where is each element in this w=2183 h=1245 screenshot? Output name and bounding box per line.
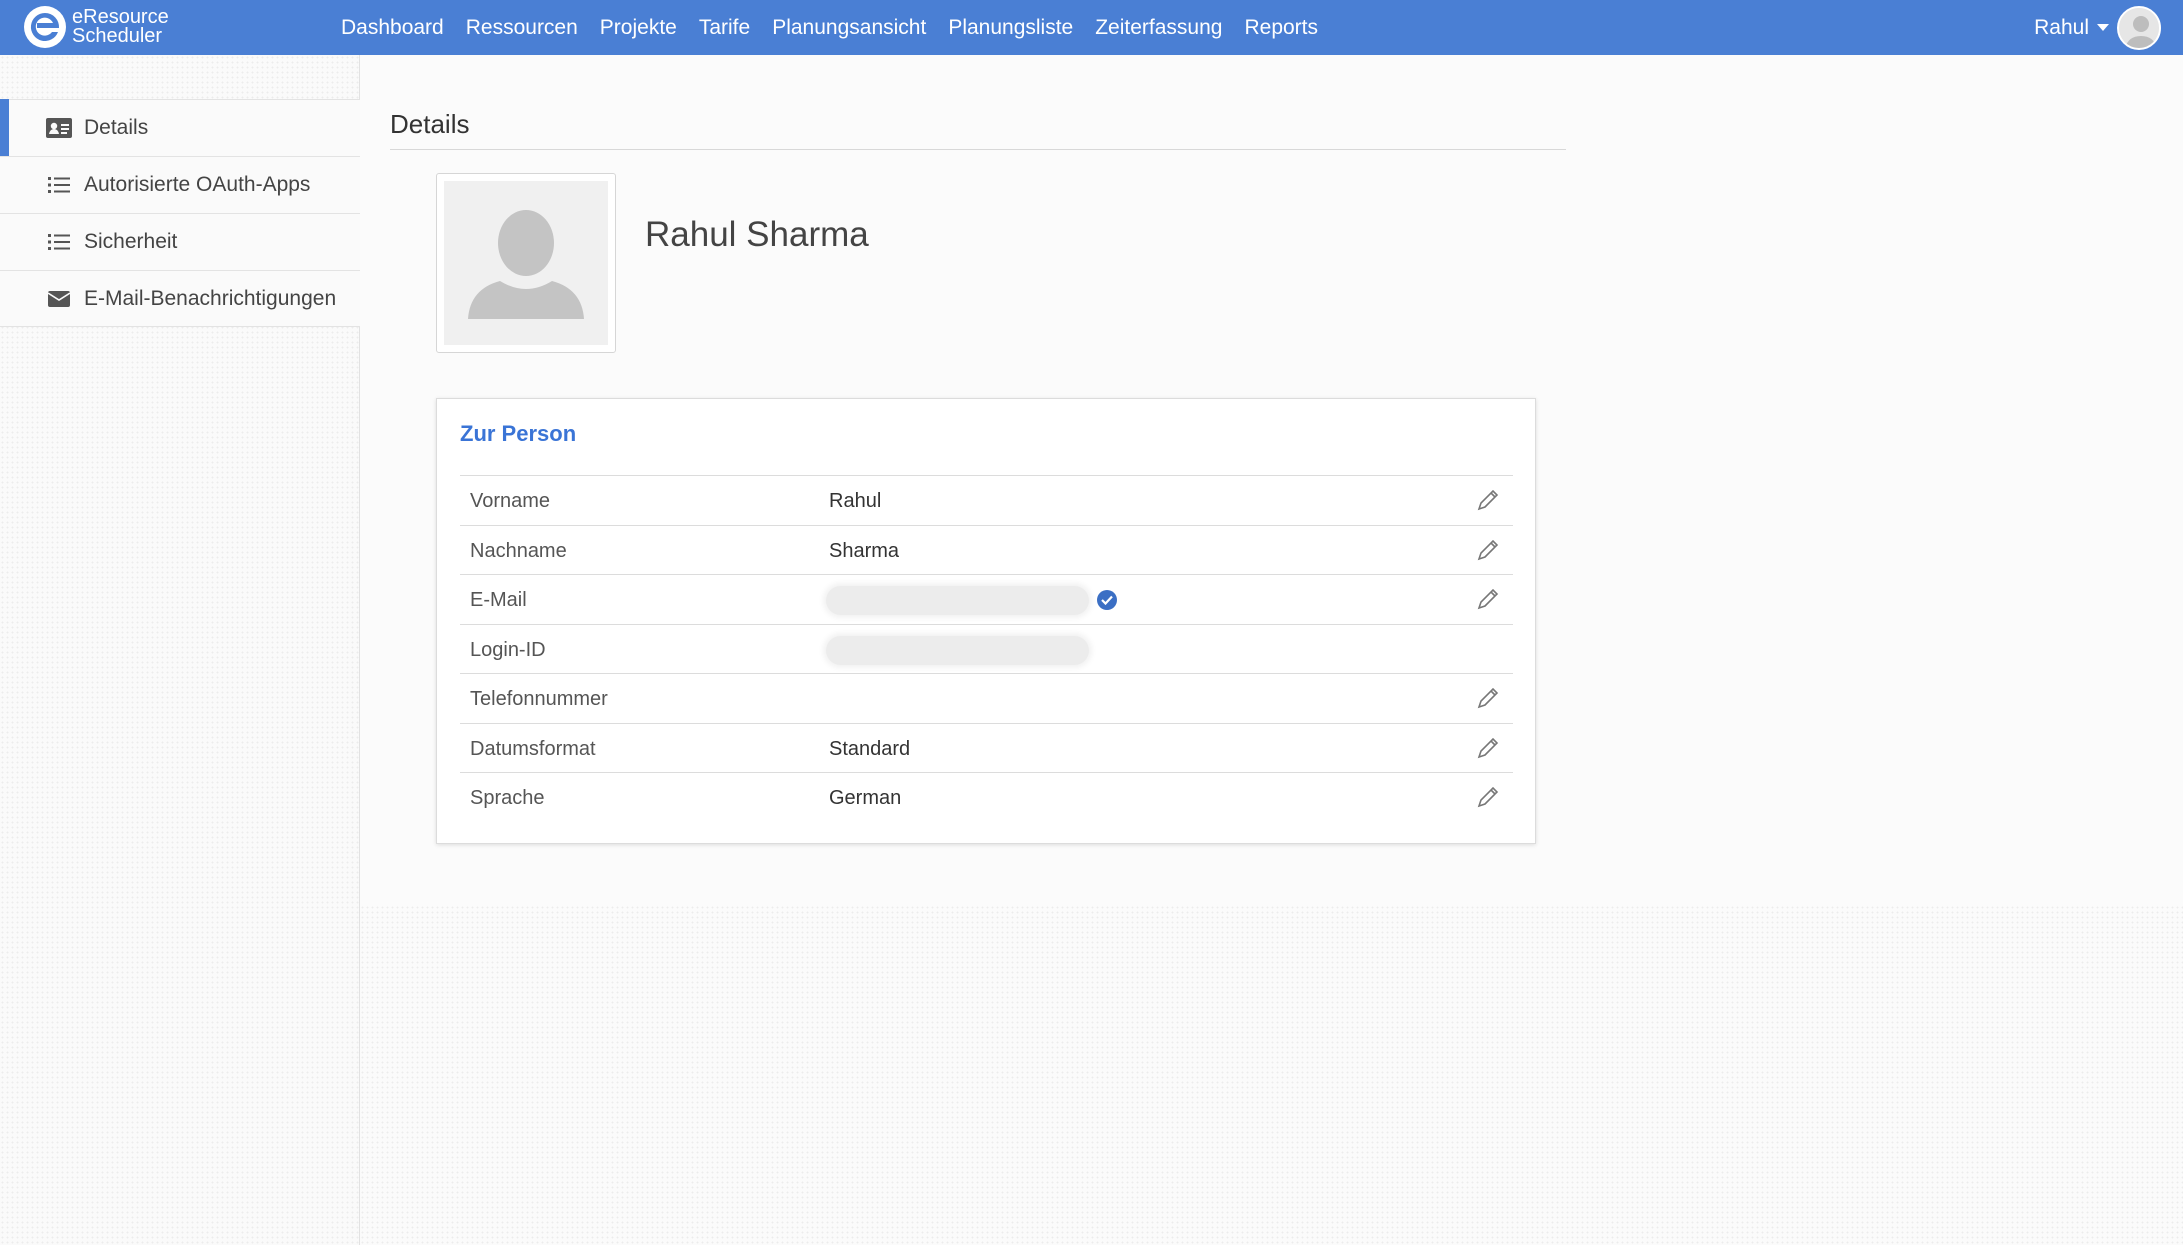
chevron-down-icon bbox=[2097, 24, 2109, 31]
personal-info-card: Zur Person Vorname Rahul Nachname Sharma… bbox=[436, 398, 1536, 844]
field-value: Sharma bbox=[829, 539, 900, 562]
field-value: Standard bbox=[829, 737, 911, 760]
avatar bbox=[2117, 5, 2161, 50]
masked-login-id-value bbox=[826, 635, 1089, 665]
brand-name: eResource Scheduler bbox=[72, 7, 169, 47]
envelope-icon bbox=[46, 288, 72, 310]
field-label: E-Mail bbox=[470, 589, 527, 611]
profile-picture[interactable] bbox=[436, 173, 616, 353]
pencil-icon[interactable] bbox=[1475, 784, 1501, 810]
sidebar: Details Autorisierte OAuth-Apps Sicherhe… bbox=[0, 55, 360, 1245]
pencil-icon[interactable] bbox=[1475, 685, 1501, 711]
list-icon bbox=[46, 174, 72, 196]
nav-zeiterfassung[interactable]: Zeiterfassung bbox=[1084, 0, 1233, 55]
sidebar-item-label: E-Mail-Benachrichtigungen bbox=[84, 286, 337, 310]
card-title: Zur Person bbox=[460, 421, 577, 446]
masked-email-value bbox=[826, 586, 1089, 615]
row-sprache: Sprache German bbox=[460, 772, 1513, 822]
field-label: Sprache bbox=[470, 787, 545, 809]
sidebar-menu: Details Autorisierte OAuth-Apps Sicherhe… bbox=[0, 99, 360, 327]
list-icon bbox=[46, 231, 72, 253]
personal-info-table: Vorname Rahul Nachname Sharma E-Mail Log… bbox=[460, 475, 1513, 822]
field-label: Login-ID bbox=[470, 638, 546, 661]
user-name: Rahul bbox=[2034, 15, 2089, 39]
nav-planungsliste[interactable]: Planungsliste bbox=[937, 0, 1084, 55]
field-label: Vorname bbox=[470, 490, 551, 512]
brand-logo-icon bbox=[24, 6, 66, 48]
sidebar-item-oauth-apps[interactable]: Autorisierte OAuth-Apps bbox=[0, 156, 360, 213]
pencil-icon[interactable] bbox=[1475, 586, 1501, 612]
nav-planungsansicht[interactable]: Planungsansicht bbox=[761, 0, 937, 55]
verified-badge-icon bbox=[1097, 590, 1117, 610]
sidebar-item-label: Autorisierte OAuth-Apps bbox=[84, 173, 311, 196]
sidebar-item-email-notifications[interactable]: E-Mail-Benachrichtigungen bbox=[0, 270, 360, 327]
brand-logo-link[interactable]: eResource Scheduler bbox=[22, 4, 169, 50]
pencil-icon[interactable] bbox=[1475, 537, 1501, 563]
user-silhouette-icon bbox=[444, 181, 608, 345]
sidebar-item-label: Sicherheit bbox=[84, 230, 178, 253]
nav-projekte[interactable]: Projekte bbox=[589, 0, 688, 55]
nav-reports[interactable]: Reports bbox=[1233, 0, 1329, 55]
row-vorname: Vorname Rahul bbox=[460, 475, 1513, 525]
avatar-placeholder bbox=[444, 181, 608, 345]
nav-ressourcen[interactable]: Ressourcen bbox=[455, 0, 589, 55]
nav-tarife[interactable]: Tarife bbox=[688, 0, 761, 55]
background-pattern bbox=[360, 905, 2183, 1245]
sidebar-item-details[interactable]: Details bbox=[0, 99, 360, 156]
main-content: Details Rahul Sharma Zur Person Vorname … bbox=[360, 55, 2183, 1245]
main-nav: Dashboard Ressourcen Projekte Tarife Pla… bbox=[330, 0, 1329, 55]
page-title: Details bbox=[390, 109, 470, 139]
user-silhouette-icon bbox=[2119, 7, 2159, 48]
brand-line-2: Scheduler bbox=[72, 25, 163, 47]
sidebar-item-sicherheit[interactable]: Sicherheit bbox=[0, 213, 360, 270]
row-datumsformat: Datumsformat Standard bbox=[460, 722, 1513, 773]
id-card-icon bbox=[46, 117, 72, 139]
sidebar-item-label: Details bbox=[84, 116, 149, 139]
field-label: Nachname bbox=[470, 539, 567, 562]
profile-name: Rahul Sharma bbox=[645, 215, 869, 254]
row-login-id: Login-ID bbox=[460, 623, 1513, 674]
pencil-icon[interactable] bbox=[1475, 487, 1501, 513]
top-navbar: eResource Scheduler Dashboard Ressourcen… bbox=[0, 0, 2183, 55]
user-menu[interactable]: Rahul bbox=[2034, 0, 2161, 55]
row-telefonnummer: Telefonnummer bbox=[460, 673, 1513, 723]
row-nachname: Nachname Sharma bbox=[460, 524, 1513, 575]
nav-dashboard[interactable]: Dashboard bbox=[330, 0, 455, 55]
row-email: E-Mail bbox=[460, 574, 1513, 624]
field-value: German bbox=[829, 787, 902, 809]
field-label: Telefonnummer bbox=[470, 688, 608, 710]
field-value: Rahul bbox=[829, 490, 882, 512]
divider bbox=[390, 149, 1566, 150]
pencil-icon[interactable] bbox=[1475, 735, 1501, 761]
field-label: Datumsformat bbox=[470, 737, 596, 760]
